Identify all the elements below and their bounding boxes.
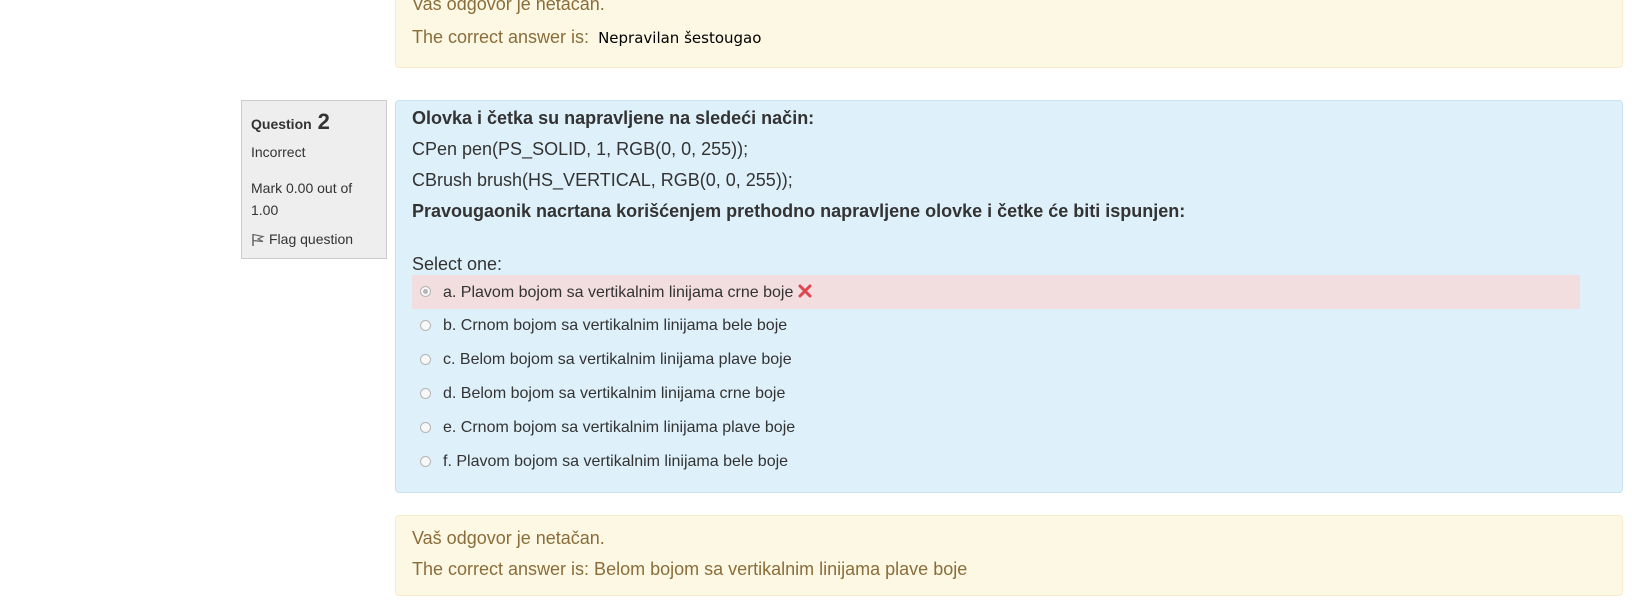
red-x-icon <box>798 284 812 298</box>
answer-label-a: a. Plavom bojom sa vertikalnim linijama … <box>443 283 813 302</box>
answer-option-f[interactable]: f. Plavom bojom sa vertikalnim linijama … <box>412 445 1580 479</box>
previous-correct-answer-value: Nepravilan šestougao <box>598 29 762 47</box>
previous-correct-answer-prefix: The correct answer is: <box>412 27 590 47</box>
radio-button-b[interactable] <box>420 320 431 331</box>
radio-button-a[interactable] <box>420 286 431 297</box>
answer-label-f: f. Plavom bojom sa vertikalnim linijama … <box>443 453 789 470</box>
question-info-panel: Question 2 Incorrect Mark 0.00 out of 1.… <box>241 100 387 259</box>
question-number: Question 2 <box>251 109 330 135</box>
radio-button-d[interactable] <box>420 388 431 399</box>
question-grade: Mark 0.00 out of 1.00 <box>251 180 353 218</box>
answer-option-e[interactable]: e. Crnom bojom sa vertikalnim linijama p… <box>412 411 1580 445</box>
question-text-line-4: Pravougaonik nacrtana korišćenjem pretho… <box>412 201 1186 221</box>
question-feedback: Vaš odgovor je netačan. The correct answ… <box>395 515 1623 596</box>
flag-icon <box>252 234 265 247</box>
answer-option-d[interactable]: d. Belom bojom sa vertikalnim linijama c… <box>412 377 1580 411</box>
question-code-line-brush: CBrush brush(HS_VERTICAL, RGB(0, 0, 255)… <box>412 170 793 190</box>
question-state: Incorrect <box>251 144 306 160</box>
answer-label-e: e. Crnom bojom sa vertikalnim linijama p… <box>443 419 796 436</box>
previous-question-feedback: Vaš odgovor je netačan. The correct answ… <box>395 0 1623 68</box>
feedback-message: Vaš odgovor je netačan. <box>412 528 605 548</box>
select-one-prompt: Select one: <box>412 254 503 274</box>
answer-label-d: d. Belom bojom sa vertikalnim linijama c… <box>443 385 786 402</box>
answer-label-b: b. Crnom bojom sa vertikalnim linijama b… <box>443 317 788 334</box>
question-number-value: 2 <box>317 109 330 134</box>
correct-answer-text: The correct answer is: Belom bojom sa ve… <box>412 559 968 579</box>
answer-option-b[interactable]: b. Crnom bojom sa vertikalnim linijama b… <box>412 309 1580 343</box>
answer-option-a[interactable]: a. Plavom bojom sa vertikalnim linijama … <box>412 275 1580 309</box>
question-code-line-pen: CPen pen(PS_SOLID, 1, RGB(0, 0, 255)); <box>412 139 749 159</box>
flag-question-label: Flag question <box>269 231 354 247</box>
radio-button-c[interactable] <box>420 354 431 365</box>
answer-option-c[interactable]: c. Belom bojom sa vertikalnim linijama p… <box>412 343 1580 377</box>
answer-label-c: c. Belom bojom sa vertikalnim linijama p… <box>443 351 792 368</box>
quiz-review-page: Vaš odgovor je netačan. The correct answ… <box>0 0 1632 601</box>
question-content: Olovka i četka su napravljene na sledeći… <box>395 100 1623 493</box>
previous-feedback-message: Vaš odgovor je netačan. <box>412 0 605 14</box>
question-text-line-1: Olovka i četka su napravljene na sledeći… <box>412 108 815 128</box>
radio-button-f[interactable] <box>420 456 431 467</box>
question-label: Question <box>251 116 312 132</box>
radio-button-e[interactable] <box>420 422 431 433</box>
previous-correct-answer: The correct answer is: Nepravilan šestou… <box>412 27 761 48</box>
flag-question-button[interactable]: Flag question <box>251 231 353 247</box>
